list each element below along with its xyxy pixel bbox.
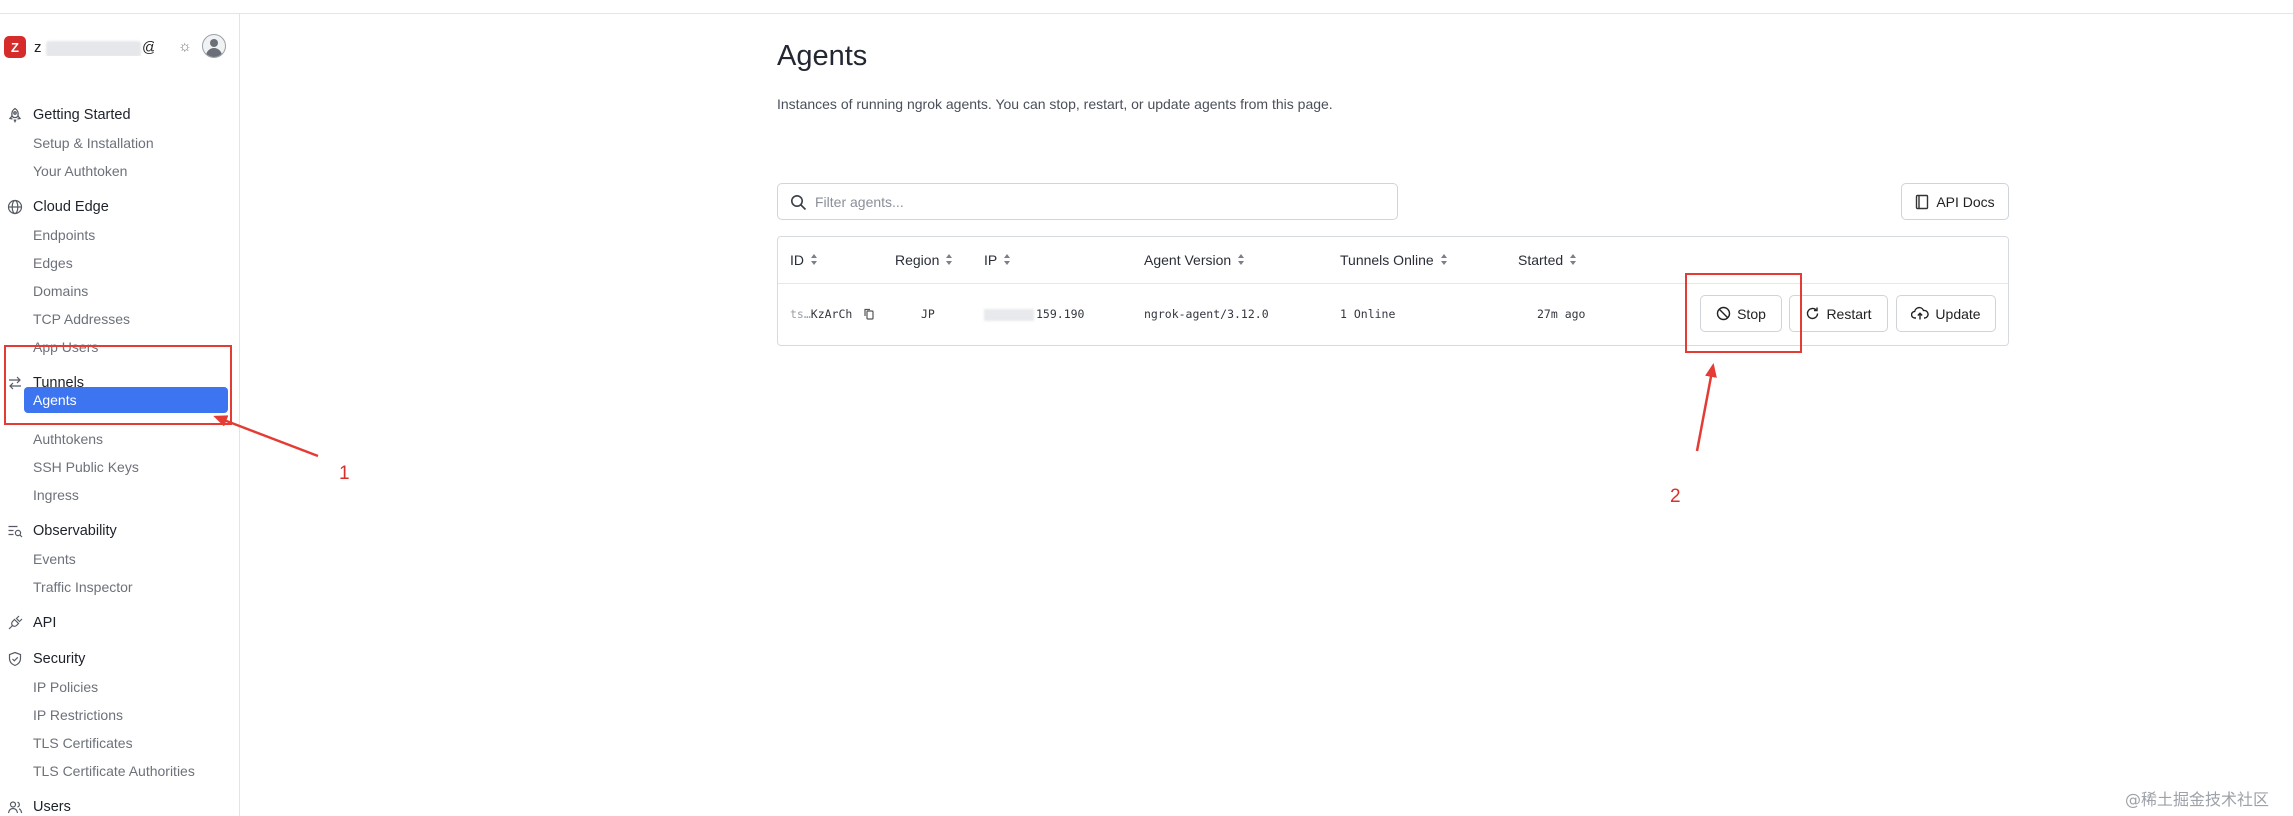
sort-icon (946, 254, 953, 266)
users-icon (7, 801, 23, 814)
cell-tunnels-online: 1 Online (1340, 307, 1396, 321)
api-docs-label: API Docs (1936, 193, 1995, 210)
watermark: @稀土掘金技术社区 (2125, 790, 2270, 809)
update-button[interactable]: Update (1896, 295, 1996, 332)
page-description: Instances of running ngrok agents. You c… (777, 96, 1333, 112)
column-header-tunnels-online[interactable]: Tunnels Online (1340, 252, 1448, 268)
rocket-icon (8, 107, 22, 123)
sidebar-item-ip-restrictions[interactable]: IP Restrictions (33, 704, 123, 726)
copy-icon[interactable] (864, 308, 874, 320)
search-icon (791, 195, 807, 211)
cell-region: JP (921, 307, 935, 321)
redacted-email (46, 40, 141, 56)
sidebar-item-domains[interactable]: Domains (33, 280, 88, 302)
table-header: ID Region IP Agent Version Tunnels Onlin… (778, 237, 2008, 284)
sidebar-item-setup-installation[interactable]: Setup & Installation (33, 132, 154, 154)
annotation-arrow-2 (1695, 363, 1717, 452)
filter-agents-input[interactable] (815, 190, 1375, 214)
sidebar-item-tls-certificate-authorities[interactable]: TLS Certificate Authorities (33, 760, 195, 782)
annotation-label-2: 2 (1670, 486, 1681, 507)
sidebar-section-label: Observability (33, 523, 117, 539)
annotation-box-tunnels (4, 345, 232, 425)
sort-icon (811, 254, 818, 266)
column-header-id[interactable]: ID (790, 252, 818, 268)
column-header-started[interactable]: Started (1518, 252, 1577, 268)
account-switcher[interactable]: Z z @g... ☼ (4, 32, 232, 62)
list-search-icon (8, 525, 23, 538)
book-icon (1916, 194, 1929, 209)
annotation-arrows (213, 363, 1717, 458)
sidebar-item-ip-policies[interactable]: IP Policies (33, 676, 98, 698)
shield-icon (8, 651, 22, 667)
cloud-upload-icon (1911, 306, 1930, 320)
sidebar-item-ingress[interactable]: Ingress (33, 484, 79, 506)
sidebar-item-endpoints[interactable]: Endpoints (33, 224, 95, 246)
api-docs-button[interactable]: API Docs (1901, 183, 2009, 220)
sidebar-section-label: Security (33, 651, 86, 667)
restart-button[interactable]: Restart (1789, 295, 1888, 332)
sidebar-item-your-authtoken[interactable]: Your Authtoken (33, 160, 127, 182)
annotation-box-stop (1685, 273, 1802, 353)
sidebar-item-authtokens[interactable]: Authtokens (33, 428, 103, 450)
sidebar-section-label: Cloud Edge (33, 199, 109, 215)
column-header-agent-version[interactable]: Agent Version (1144, 252, 1245, 268)
globe-icon (7, 199, 23, 215)
cell-agent-version: ngrok-agent/3.12.0 (1144, 307, 1269, 321)
account-email: z @g... (34, 39, 154, 56)
annotation-label-1: 1 (339, 463, 350, 484)
browser-top-strip (0, 0, 2293, 14)
sort-icon (1004, 254, 1011, 266)
account-badge: Z (4, 36, 26, 58)
redacted-ip (984, 308, 1034, 321)
refresh-icon (1807, 307, 1819, 320)
sort-icon (1570, 254, 1577, 266)
cell-agent-id: ts…KzArCh (790, 307, 874, 321)
sun-icon[interactable]: ☼ (178, 38, 192, 55)
sidebar-item-traffic-inspector[interactable]: Traffic Inspector (33, 576, 133, 598)
sidebar-section-label: Getting Started (33, 107, 131, 123)
sort-icon (1440, 254, 1448, 266)
sidebar-item-ssh-public-keys[interactable]: SSH Public Keys (33, 456, 139, 478)
sidebar-section-label: Users (33, 799, 71, 815)
filter-agents-field[interactable] (777, 183, 1398, 220)
sidebar-item-events[interactable]: Events (33, 548, 76, 570)
column-header-ip[interactable]: IP (984, 252, 1011, 268)
sidebar-section-label: API (33, 615, 57, 631)
plug-icon (8, 615, 23, 630)
cell-started: 27m ago (1537, 307, 1586, 321)
page-title: Agents (777, 40, 868, 72)
sidebar-item-tcp-addresses[interactable]: TCP Addresses (33, 308, 130, 330)
cell-ip: 159.190 (984, 307, 1084, 321)
sort-icon (1238, 254, 1245, 266)
user-avatar-icon[interactable] (202, 34, 226, 58)
column-header-region[interactable]: Region (895, 252, 953, 268)
agents-table: ID Region IP Agent Version Tunnels Onlin… (777, 236, 2009, 346)
sidebar-item-edges[interactable]: Edges (33, 252, 73, 274)
sidebar-item-tls-certificates[interactable]: TLS Certificates (33, 732, 133, 754)
